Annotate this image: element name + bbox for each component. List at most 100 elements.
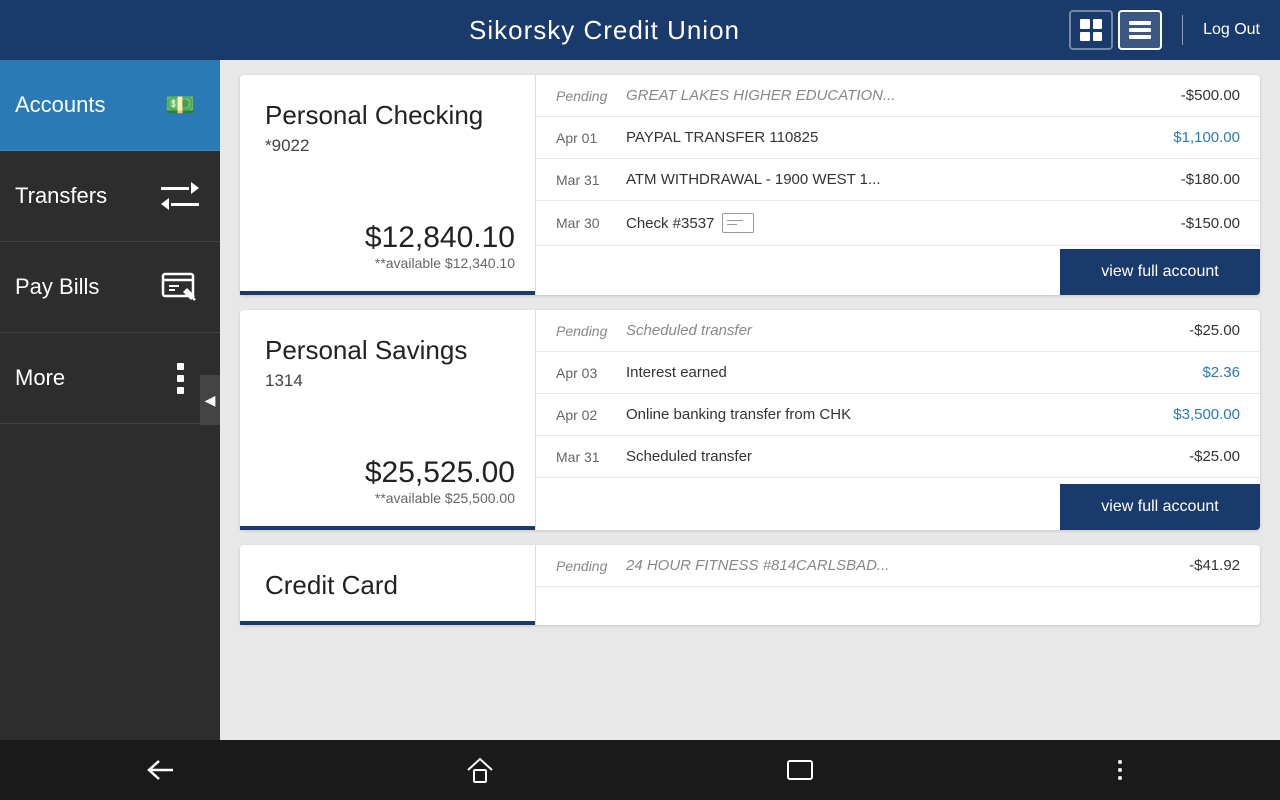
sidebar-label-more: More	[15, 365, 65, 391]
account-right-creditcard: Pending 24 HOUR FITNESS #814CARLSBAD... …	[535, 545, 1260, 625]
main-layout: Accounts 💵 Transfers Pay Bills	[0, 60, 1280, 740]
tx-desc: ATM WITHDRAWAL - 1900 WEST 1...	[626, 171, 1150, 188]
sidebar-item-transfers[interactable]: Transfers	[0, 151, 220, 242]
account-name-creditcard: Credit Card	[265, 570, 515, 601]
tx-date: Mar 31	[556, 172, 626, 188]
account-balance-checking: $12,840.10 **available $12,340.10	[265, 221, 515, 271]
account-name-savings: Personal Savings	[265, 335, 515, 366]
account-balance-savings: $25,525.00 **available $25,500.00	[265, 456, 515, 506]
table-row: Mar 31 ATM WITHDRAWAL - 1900 WEST 1... -…	[536, 159, 1260, 201]
account-card-checking: Personal Checking *9022 $12,840.10 **ava…	[240, 75, 1260, 295]
accounts-content: Personal Checking *9022 $12,840.10 **ava…	[220, 60, 1280, 740]
grid-cell	[1093, 32, 1103, 42]
tx-amount: -$25.00	[1150, 448, 1240, 465]
grid-cell	[1080, 32, 1090, 42]
tx-amount: $2.36	[1150, 364, 1240, 381]
balance-available-checking: **available $12,340.10	[265, 255, 515, 271]
account-left-savings: Personal Savings 1314 $25,525.00 **avail…	[240, 310, 535, 530]
tx-date: Mar 30	[556, 215, 626, 231]
account-info-savings: Personal Savings 1314	[265, 335, 515, 391]
tx-desc: Interest earned	[626, 364, 1150, 381]
recents-icon	[786, 759, 814, 781]
account-right-savings: Pending Scheduled transfer -$25.00 Apr 0…	[535, 310, 1260, 530]
table-row: Pending 24 HOUR FITNESS #814CARLSBAD... …	[536, 545, 1260, 587]
account-card-savings: Personal Savings 1314 $25,525.00 **avail…	[240, 310, 1260, 530]
accounts-icon: 💵	[155, 80, 205, 130]
tx-desc: Online banking transfer from CHK	[626, 406, 1150, 423]
tx-amount: -$500.00	[1150, 87, 1240, 104]
sidebar: Accounts 💵 Transfers Pay Bills	[0, 60, 220, 740]
sidebar-collapse-button[interactable]: ◀	[200, 375, 220, 425]
transfers-icon	[155, 171, 205, 221]
paybills-svg-icon	[159, 266, 201, 308]
grid-cell	[1093, 19, 1103, 29]
account-name-checking: Personal Checking	[265, 100, 515, 131]
balance-amount-checking: $12,840.10	[265, 221, 515, 255]
table-row: Pending GREAT LAKES HIGHER EDUCATION... …	[536, 75, 1260, 117]
table-row: Apr 02 Online banking transfer from CHK …	[536, 394, 1260, 436]
arrow-right	[161, 182, 199, 194]
account-right-checking: Pending GREAT LAKES HIGHER EDUCATION... …	[535, 75, 1260, 295]
view-full-account-button-savings[interactable]: view full account	[1060, 484, 1260, 530]
logout-button[interactable]: Log Out	[1203, 21, 1260, 39]
bottom-navigation	[0, 740, 1280, 800]
grid-view-button[interactable]	[1069, 10, 1113, 50]
home-button[interactable]	[440, 745, 520, 795]
home-icon	[466, 757, 494, 783]
back-arrow-icon	[145, 759, 175, 781]
tx-amount: -$41.92	[1150, 557, 1240, 574]
account-info-checking: Personal Checking *9022	[265, 100, 515, 156]
balance-amount-savings: $25,525.00	[265, 456, 515, 490]
grid-icon	[1080, 19, 1102, 41]
list-line	[1129, 35, 1151, 39]
paybills-icon	[155, 262, 205, 312]
money-icon: 💵	[165, 91, 195, 120]
table-row: Apr 01 PAYPAL TRANSFER 110825 $1,100.00	[536, 117, 1260, 159]
recents-button[interactable]	[760, 745, 840, 795]
account-number-savings: 1314	[265, 371, 515, 391]
arrow-left	[161, 198, 199, 210]
more-icon	[155, 353, 205, 403]
tx-date: Apr 01	[556, 130, 626, 146]
tx-date: Apr 03	[556, 365, 626, 381]
table-row: Mar 30 Check #3537 -$150.00	[536, 201, 1260, 246]
tx-desc: Check #3537	[626, 213, 1150, 233]
table-row: Mar 31 Scheduled transfer -$25.00	[536, 436, 1260, 478]
table-row: Pending Scheduled transfer -$25.00	[536, 310, 1260, 352]
divider	[1182, 15, 1183, 45]
table-row: Apr 03 Interest earned $2.36	[536, 352, 1260, 394]
sidebar-label-accounts: Accounts	[15, 92, 106, 118]
list-icon	[1129, 21, 1151, 39]
account-number-checking: *9022	[265, 136, 515, 156]
account-card-creditcard: Credit Card Pending 24 HOUR FITNESS #814…	[240, 545, 1260, 625]
sidebar-item-more[interactable]: More	[0, 333, 220, 424]
tx-amount: -$180.00	[1150, 171, 1240, 188]
tx-amount: -$25.00	[1150, 322, 1240, 339]
tx-date: Mar 31	[556, 449, 626, 465]
tx-desc: Scheduled transfer	[626, 448, 1150, 465]
vertical-dots-icon	[1118, 760, 1122, 780]
sidebar-label-paybills: Pay Bills	[15, 274, 99, 300]
list-line	[1129, 21, 1151, 25]
tx-desc: 24 HOUR FITNESS #814CARLSBAD...	[626, 557, 1150, 574]
tx-amount: $3,500.00	[1150, 406, 1240, 423]
account-left-creditcard: Credit Card	[240, 545, 535, 625]
tx-amount: $1,100.00	[1150, 129, 1240, 146]
tx-desc: Scheduled transfer	[626, 322, 1150, 339]
account-left-checking: Personal Checking *9022 $12,840.10 **ava…	[240, 75, 535, 295]
account-info-creditcard: Credit Card	[265, 570, 515, 601]
list-view-button[interactable]	[1118, 10, 1162, 50]
tx-date: Pending	[556, 558, 626, 574]
more-options-button[interactable]	[1080, 745, 1160, 795]
check-image-icon[interactable]	[722, 213, 754, 233]
tx-date: Pending	[556, 88, 626, 104]
view-toggle-group	[1069, 10, 1162, 50]
back-button[interactable]	[120, 745, 200, 795]
tx-date: Pending	[556, 323, 626, 339]
view-full-account-button-checking[interactable]: view full account	[1060, 249, 1260, 295]
sidebar-item-accounts[interactable]: Accounts 💵	[0, 60, 220, 151]
tx-date: Apr 02	[556, 407, 626, 423]
top-bar-right: Log Out	[1069, 10, 1260, 50]
sidebar-item-paybills[interactable]: Pay Bills	[0, 242, 220, 333]
grid-cell	[1080, 19, 1090, 29]
